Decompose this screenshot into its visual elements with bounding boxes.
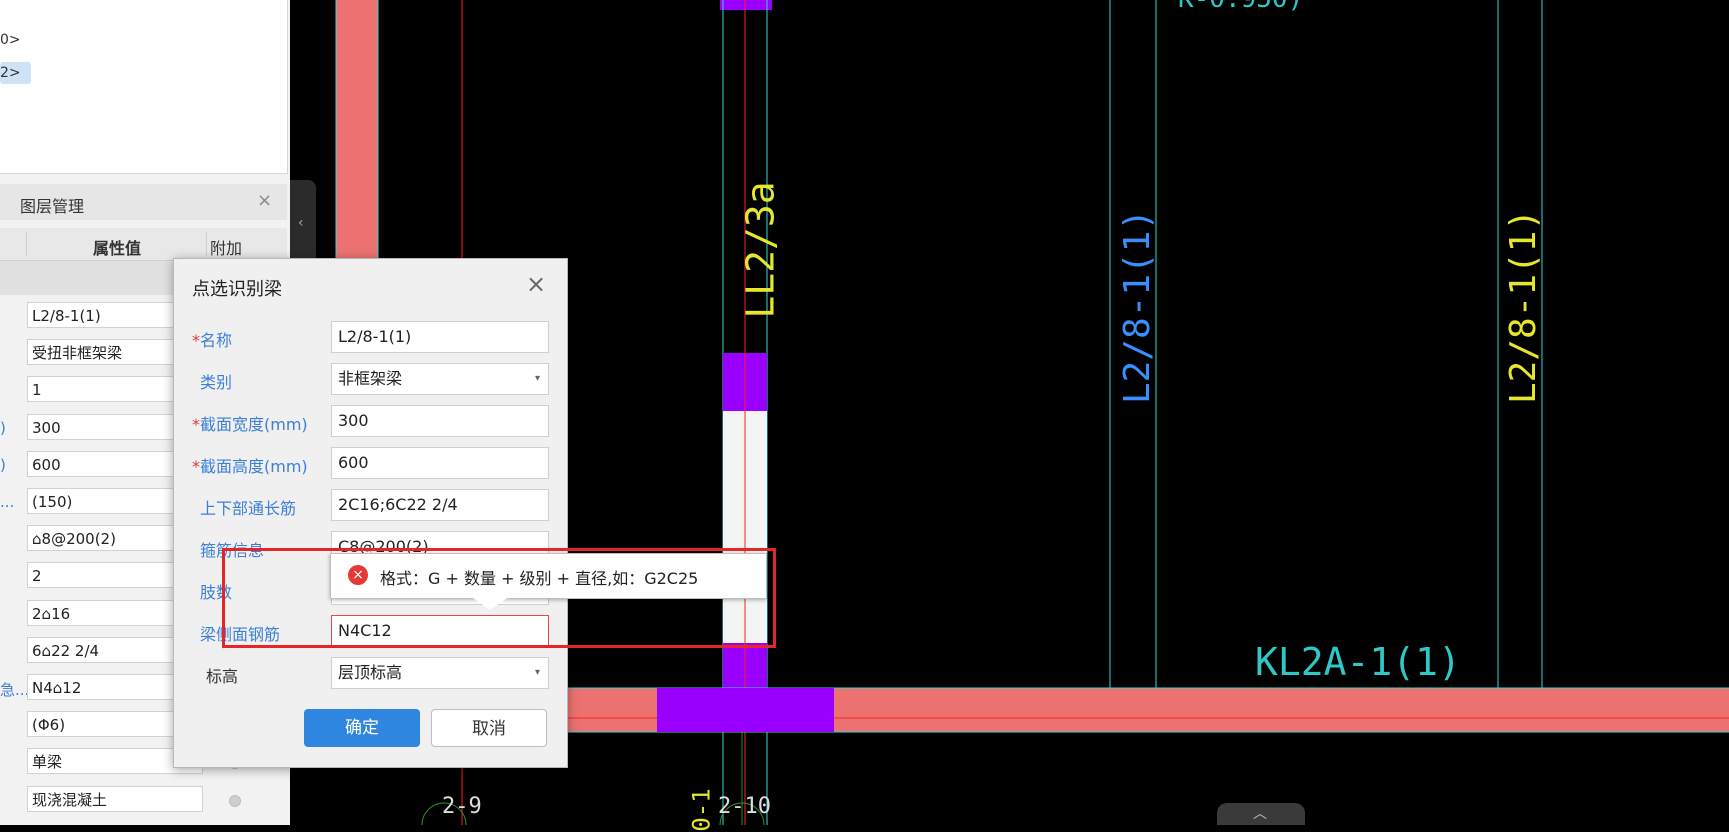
attach-toggle[interactable] xyxy=(229,794,241,807)
field-height-row: *截面高度(mm) 600 xyxy=(174,445,567,481)
property-label: ) xyxy=(0,418,6,437)
property-value-field[interactable]: 现浇混凝土 xyxy=(27,785,203,812)
column-top xyxy=(720,0,772,10)
axis-label: 2-10 xyxy=(718,794,771,819)
confirm-button[interactable]: 确定 xyxy=(304,709,420,747)
chevron-down-icon: ▾ xyxy=(534,373,540,384)
field-label: *名称 xyxy=(192,331,233,350)
field-label: *截面高度(mm) xyxy=(192,457,308,476)
point-select-beam-dialog: 点选识别梁 × *名称 L2/8-1(1) 类别 非框架梁 ▾ *截面宽度(mm)… xyxy=(173,258,568,768)
field-label: 标高 xyxy=(206,667,239,686)
beam-label-l2-yellow: L2/8-1(1) xyxy=(1503,208,1545,405)
dialog-title: 点选识别梁 xyxy=(192,279,282,300)
tree-item[interactable]: 0> xyxy=(0,32,21,48)
name-input[interactable]: L2/8-1(1) xyxy=(331,321,549,353)
cancel-button[interactable]: 取消 xyxy=(431,709,547,747)
highlight-box xyxy=(222,548,776,648)
property-row: 现浇混凝土 xyxy=(0,783,287,820)
height-input[interactable]: 600 xyxy=(331,447,549,479)
property-label: ) xyxy=(0,455,6,474)
header-divider xyxy=(26,232,27,256)
tree-item-selected[interactable]: 2> xyxy=(0,62,31,84)
layer-management-tab[interactable]: 图层管理 × xyxy=(0,184,287,220)
width-input[interactable]: 300 xyxy=(331,405,549,437)
field-label: 上下部通长筋 xyxy=(200,499,297,518)
category-select[interactable]: 非框架梁 ▾ xyxy=(331,363,549,395)
field-long-rebar-row: 上下部通长筋 2C16;6C22 2/4 xyxy=(174,487,567,523)
bottom-expand-tab[interactable]: ︿ xyxy=(1217,803,1305,825)
field-category-row: 类别 非框架梁 ▾ xyxy=(174,361,567,397)
field-width-row: *截面宽度(mm) 300 xyxy=(174,403,567,439)
column-header-value: 属性值 xyxy=(92,239,141,258)
field-elevation-row: 标高 层顶标高 ▾ xyxy=(174,655,567,691)
beam-label-ll: LL2/3a xyxy=(738,181,783,319)
beam-label-kl: KL2A-1(1) xyxy=(1255,640,1461,684)
column-joint xyxy=(657,688,834,732)
property-label: ... xyxy=(0,493,15,511)
field-label: *截面宽度(mm) xyxy=(192,415,308,434)
elevation-label: K-0.950) xyxy=(1178,0,1303,14)
column-header-extra: 附加 xyxy=(210,239,243,258)
property-label: 急... xyxy=(0,681,30,699)
layer-tab-title: 图层管理 xyxy=(20,197,85,216)
axis-label-vertical: 0-1 xyxy=(687,788,716,832)
beam-vertical-left xyxy=(336,0,378,285)
axis-label: 2-9 xyxy=(442,794,482,819)
properties-header: 属性值 附加 xyxy=(0,228,287,261)
floor-tree: 0> 2> xyxy=(0,0,288,174)
close-icon[interactable]: × xyxy=(257,190,272,211)
long-rebar-input[interactable]: 2C16;6C22 2/4 xyxy=(331,489,549,521)
beam-label-l2-blue: L2/8-1(1) xyxy=(1117,208,1159,405)
close-icon[interactable]: × xyxy=(526,270,546,298)
chevron-up-icon: ︿ xyxy=(1253,806,1267,822)
header-divider xyxy=(206,232,207,256)
chevron-down-icon: ▾ xyxy=(534,667,540,678)
elevation-select[interactable]: 层顶标高 ▾ xyxy=(331,657,549,689)
field-label: 类别 xyxy=(200,373,233,392)
field-name-row: *名称 L2/8-1(1) xyxy=(174,319,567,355)
